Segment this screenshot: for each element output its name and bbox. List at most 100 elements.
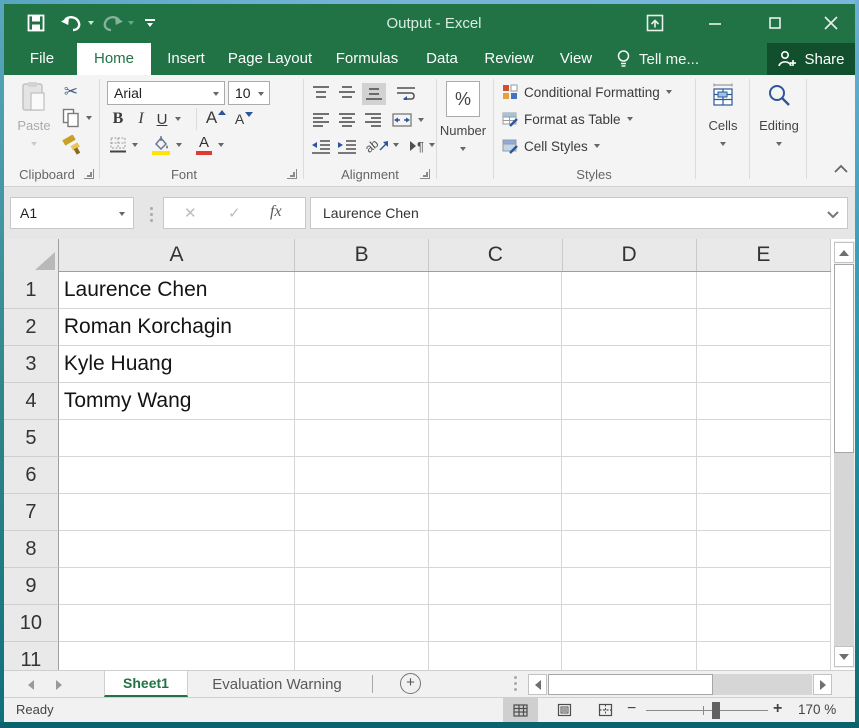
align-middle-button[interactable] <box>336 83 358 103</box>
grid-cell-A6[interactable] <box>59 457 295 494</box>
cancel-icon[interactable]: ✕ <box>184 204 197 222</box>
grid-cell-B5[interactable] <box>295 420 429 457</box>
scroll-up-button[interactable] <box>834 242 854 263</box>
sheet-tab-evaluation-warning[interactable]: Evaluation Warning <box>188 671 366 697</box>
row-header-6[interactable]: 6 <box>4 457 59 494</box>
add-sheet-button[interactable]: + <box>400 673 421 694</box>
borders-button[interactable] <box>108 135 128 155</box>
column-header-E[interactable]: E <box>697 239 831 271</box>
grid-cell-E11[interactable] <box>697 642 831 670</box>
orientation-button[interactable]: ab <box>364 135 390 157</box>
grid-cell-D7[interactable] <box>562 494 696 531</box>
copy-button[interactable] <box>60 107 82 129</box>
borders-dropdown[interactable] <box>132 143 138 147</box>
column-header-C[interactable]: C <box>429 239 562 271</box>
grid-cell-D5[interactable] <box>562 420 696 457</box>
grid-cell-E2[interactable] <box>697 309 831 346</box>
increase-indent-button[interactable] <box>336 137 358 157</box>
grid-cell-A11[interactable] <box>59 642 295 670</box>
decrease-indent-button[interactable] <box>310 137 332 157</box>
row-header-1[interactable]: 1 <box>4 272 59 309</box>
grid-cell-D9[interactable] <box>562 568 696 605</box>
scroll-left-button[interactable] <box>528 674 547 695</box>
grid-cell-B7[interactable] <box>295 494 429 531</box>
grid-cell-B2[interactable] <box>295 309 429 346</box>
grid-cell-A2[interactable]: Roman Korchagin <box>59 309 295 346</box>
cut-button[interactable]: ✂ <box>58 81 84 103</box>
grid-cell-C6[interactable] <box>429 457 562 494</box>
decrease-font-size-button[interactable]: A <box>232 108 256 130</box>
tab-review[interactable]: Review <box>474 43 544 75</box>
grid-cell-B3[interactable] <box>295 346 429 383</box>
align-left-button[interactable] <box>310 110 332 130</box>
grid-cell-E3[interactable] <box>697 346 831 383</box>
orientation-dropdown[interactable] <box>393 143 399 147</box>
grid-cell-A1[interactable]: Laurence Chen <box>59 272 295 309</box>
underline-button[interactable]: U <box>152 108 172 130</box>
grid-cell-A5[interactable] <box>59 420 295 457</box>
conditional-formatting-button[interactable]: Conditional Formatting <box>502 84 672 100</box>
formula-input[interactable]: Laurence Chen <box>310 197 848 229</box>
zoom-in-button[interactable]: + <box>773 700 782 718</box>
grid-cell-D10[interactable] <box>562 605 696 642</box>
grid-cell-C8[interactable] <box>429 531 562 568</box>
text-direction-button[interactable]: ¶ <box>406 135 428 157</box>
row-header-5[interactable]: 5 <box>4 420 59 457</box>
grid-cell-C4[interactable] <box>429 383 562 420</box>
tab-page-layout[interactable]: Page Layout <box>220 43 320 75</box>
save-button[interactable] <box>24 9 48 37</box>
grid-cell-C11[interactable] <box>429 642 562 670</box>
vertical-scrollbar[interactable] <box>834 241 855 668</box>
grid-cell-A8[interactable] <box>59 531 295 568</box>
row-header-7[interactable]: 7 <box>4 494 59 531</box>
page-break-view-button[interactable] <box>588 698 623 722</box>
grid-cell-C2[interactable] <box>429 309 562 346</box>
column-header-A[interactable]: A <box>59 239 295 271</box>
collapse-ribbon-button[interactable] <box>834 161 850 175</box>
font-size-select[interactable]: 10 <box>228 81 270 105</box>
grid-cell-B11[interactable] <box>295 642 429 670</box>
grid-cell-A7[interactable] <box>59 494 295 531</box>
grid-cell-B4[interactable] <box>295 383 429 420</box>
cell-styles-button[interactable]: Cell Styles <box>502 138 600 154</box>
copy-dropdown[interactable] <box>86 116 92 120</box>
vertical-scroll-thumb[interactable] <box>834 264 854 453</box>
row-header-2[interactable]: 2 <box>4 309 59 346</box>
next-sheet-button[interactable] <box>56 680 62 690</box>
row-header-3[interactable]: 3 <box>4 346 59 383</box>
format-as-table-button[interactable]: Format as Table <box>502 111 633 127</box>
grid-cell-C10[interactable] <box>429 605 562 642</box>
grid-cell-C7[interactable] <box>429 494 562 531</box>
share-button[interactable]: Share <box>767 43 855 75</box>
grid-cell-E6[interactable] <box>697 457 831 494</box>
redo-dropdown[interactable] <box>126 18 136 28</box>
grid-cell-E7[interactable] <box>697 494 831 531</box>
grid-cell-E8[interactable] <box>697 531 831 568</box>
row-header-4[interactable]: 4 <box>4 383 59 420</box>
grid-cell-E4[interactable] <box>697 383 831 420</box>
enter-icon[interactable]: ✓ <box>228 204 241 222</box>
number-group-button[interactable]: % Number <box>432 81 494 156</box>
zoom-out-button[interactable]: − <box>627 700 636 718</box>
undo-button[interactable] <box>58 9 84 37</box>
grid-cell-A4[interactable]: Tommy Wang <box>59 383 295 420</box>
grid-cell-C3[interactable] <box>429 346 562 383</box>
close-button[interactable] <box>816 10 846 36</box>
grid-cell-D6[interactable] <box>562 457 696 494</box>
grid-cell-A3[interactable]: Kyle Huang <box>59 346 295 383</box>
grid-cell-E1[interactable] <box>697 272 831 309</box>
grid-cell-E9[interactable] <box>697 568 831 605</box>
insert-function-icon[interactable]: fx <box>270 203 282 221</box>
tab-home[interactable]: Home <box>77 43 151 75</box>
scroll-right-button[interactable] <box>813 674 832 695</box>
grid-cell-B6[interactable] <box>295 457 429 494</box>
alignment-dialog-launcher[interactable] <box>420 169 430 179</box>
grid-cell-D11[interactable] <box>562 642 696 670</box>
font-dialog-launcher[interactable] <box>287 169 297 179</box>
fill-color-button[interactable] <box>150 133 172 157</box>
align-top-button[interactable] <box>310 83 332 103</box>
tab-insert[interactable]: Insert <box>156 43 216 75</box>
align-right-button[interactable] <box>362 110 384 130</box>
row-header-11[interactable]: 11 <box>4 642 59 670</box>
grid-cell-C5[interactable] <box>429 420 562 457</box>
